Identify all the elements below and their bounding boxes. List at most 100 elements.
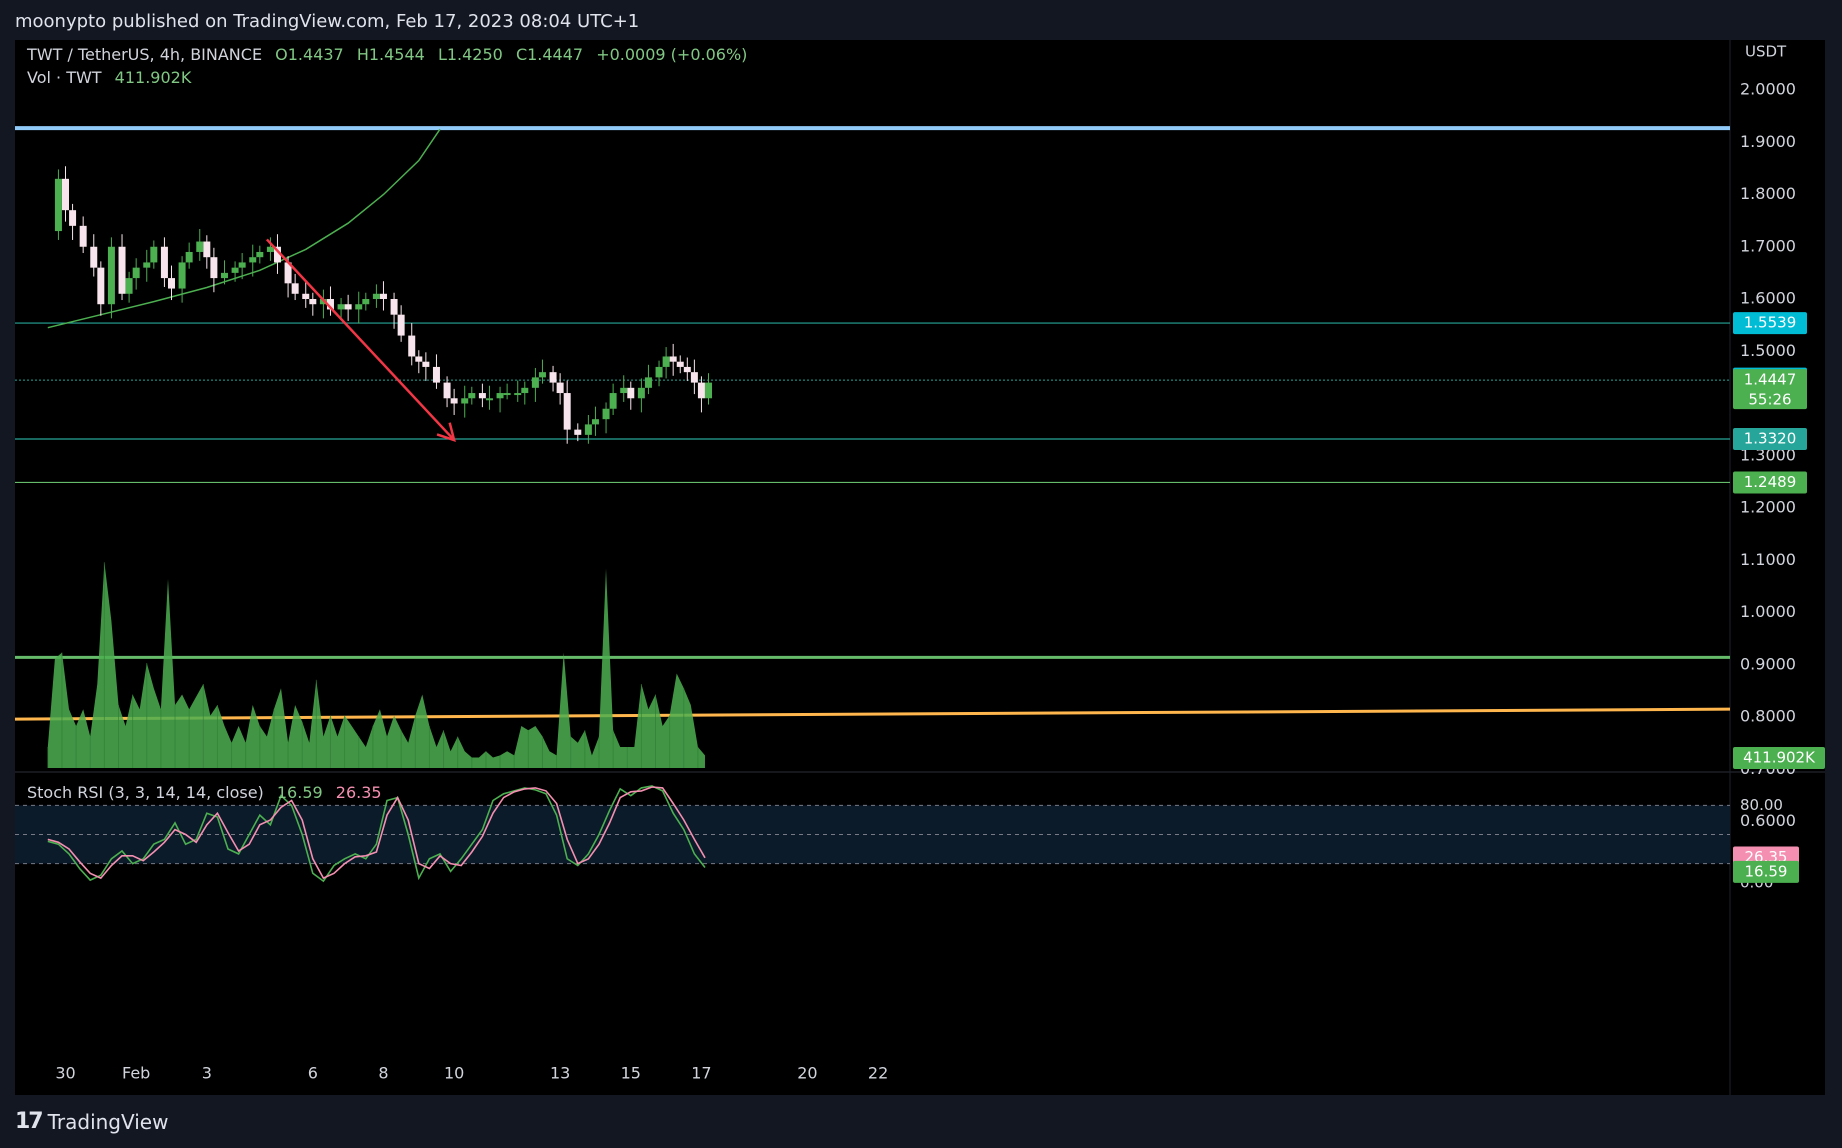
candle-body[interactable] bbox=[627, 387, 635, 399]
arrow-annotation[interactable] bbox=[265, 238, 456, 441]
candle-body[interactable] bbox=[344, 304, 352, 310]
candle-body[interactable] bbox=[637, 387, 645, 399]
candle-body[interactable] bbox=[485, 398, 493, 401]
candle-body[interactable] bbox=[231, 267, 239, 273]
y-tick-label: 1.6000 bbox=[1740, 289, 1796, 308]
candle-body[interactable] bbox=[143, 262, 151, 268]
candle-body[interactable] bbox=[422, 361, 430, 367]
candle-body[interactable] bbox=[309, 299, 317, 305]
candle-body[interactable] bbox=[574, 429, 582, 435]
price-axis-label: 1.5539 bbox=[1744, 314, 1797, 332]
legend-close: C1.4447 bbox=[515, 45, 584, 64]
candle-body[interactable] bbox=[609, 393, 617, 409]
candle-body[interactable] bbox=[676, 361, 684, 367]
candle-body[interactable] bbox=[390, 299, 398, 315]
candle-body[interactable] bbox=[461, 398, 469, 404]
candle-body[interactable] bbox=[355, 304, 363, 310]
candle-body[interactable] bbox=[669, 356, 677, 362]
candle-body[interactable] bbox=[503, 393, 511, 396]
candle-body[interactable] bbox=[514, 393, 522, 396]
candle-body[interactable] bbox=[538, 372, 546, 378]
y-tick-label: 1.7000 bbox=[1740, 236, 1796, 255]
candle-body[interactable] bbox=[203, 241, 211, 258]
candle-body[interactable] bbox=[150, 246, 158, 263]
candle-body[interactable] bbox=[683, 366, 691, 373]
candle-body[interactable] bbox=[602, 408, 610, 420]
y-tick-label: 0.8000 bbox=[1740, 707, 1796, 726]
chart-panel[interactable]: USDT 2.0000 1.9000 1.8000 1.7000 1.6000 1.5000… bbox=[15, 40, 1825, 1095]
candle-body[interactable] bbox=[302, 293, 310, 299]
candle-body[interactable] bbox=[415, 356, 423, 362]
volume-legend: Vol · TWT 411.902K bbox=[27, 68, 199, 87]
y-tick-label: 0.9000 bbox=[1740, 654, 1796, 673]
candle-body[interactable] bbox=[337, 304, 345, 310]
candle-body[interactable] bbox=[468, 393, 476, 399]
candle-body[interactable] bbox=[90, 246, 98, 268]
candle-body[interactable] bbox=[450, 398, 458, 404]
candle-body[interactable] bbox=[291, 283, 299, 294]
candle-body[interactable] bbox=[443, 382, 451, 399]
stoch-y-tick-label: 80.00 bbox=[1740, 796, 1783, 814]
candle-body[interactable] bbox=[132, 267, 140, 279]
candle-body[interactable] bbox=[478, 393, 486, 399]
tradingview-logo-icon[interactable]: 𝟭𝟳 bbox=[15, 1109, 44, 1134]
volume-label[interactable]: Vol · TWT bbox=[27, 68, 102, 87]
candle-body[interactable] bbox=[705, 382, 713, 399]
candle-body[interactable] bbox=[432, 366, 440, 383]
candle-body[interactable] bbox=[521, 387, 529, 394]
candle-body[interactable] bbox=[167, 278, 175, 289]
symbol-info[interactable]: TWT / TetherUS, 4h, BINANCE bbox=[27, 45, 262, 64]
legend-open: O1.4437 bbox=[275, 45, 344, 64]
candle-body[interactable] bbox=[249, 257, 257, 263]
candle-body[interactable] bbox=[584, 424, 592, 435]
candle-body[interactable] bbox=[69, 210, 77, 226]
candle-body[interactable] bbox=[220, 272, 228, 279]
candle-body[interactable] bbox=[160, 246, 168, 279]
candle-body[interactable] bbox=[185, 251, 193, 263]
candle-body[interactable] bbox=[79, 225, 87, 247]
candle-body[interactable] bbox=[372, 293, 380, 299]
candle-body[interactable] bbox=[549, 372, 557, 383]
candle-body[interactable] bbox=[556, 382, 564, 394]
volume-value: 411.902K bbox=[114, 68, 192, 87]
candle-body[interactable] bbox=[118, 246, 126, 294]
x-tick-label: 22 bbox=[868, 1064, 888, 1083]
candle-body[interactable] bbox=[655, 366, 663, 378]
volume-axis-label: 411.902K bbox=[1743, 749, 1816, 767]
candle-body[interactable] bbox=[379, 293, 387, 299]
candle-body[interactable] bbox=[496, 393, 504, 399]
x-tick-label: 8 bbox=[378, 1064, 388, 1083]
candle-body[interactable] bbox=[210, 257, 218, 279]
candle-body[interactable] bbox=[690, 372, 698, 383]
candle-body[interactable] bbox=[54, 178, 62, 232]
candle-body[interactable] bbox=[125, 278, 133, 294]
brand-name[interactable]: TradingView bbox=[48, 1110, 169, 1134]
candle-body[interactable] bbox=[697, 382, 705, 399]
candle-body[interactable] bbox=[662, 356, 670, 367]
candle-body[interactable] bbox=[256, 251, 264, 258]
x-tick-label: 15 bbox=[621, 1064, 641, 1083]
candle-body[interactable] bbox=[362, 299, 370, 305]
candle-body[interactable] bbox=[397, 314, 405, 336]
candle-body[interactable] bbox=[563, 393, 571, 430]
candle-body[interactable] bbox=[408, 335, 416, 357]
candle-body[interactable] bbox=[178, 262, 186, 289]
candle-body[interactable] bbox=[591, 419, 599, 425]
price-axis-label: 1.3320 bbox=[1744, 430, 1797, 448]
candle-body[interactable] bbox=[196, 241, 204, 252]
chart-canvas[interactable]: USDT 2.0000 1.9000 1.8000 1.7000 1.6000 1.5000… bbox=[15, 40, 1825, 1095]
candle-body[interactable] bbox=[238, 262, 246, 268]
footer-bar: 𝟭𝟳 TradingView bbox=[0, 1095, 1842, 1148]
candles-group bbox=[54, 166, 713, 444]
candle-body[interactable] bbox=[531, 377, 539, 388]
candle-body[interactable] bbox=[620, 387, 628, 394]
stoch-label[interactable]: Stoch RSI (3, 3, 14, 14, close) bbox=[27, 783, 264, 802]
candle-body[interactable] bbox=[62, 178, 69, 211]
candle-body[interactable] bbox=[107, 246, 115, 305]
legend-high: H1.4544 bbox=[356, 45, 425, 64]
publish-info: moonypto published on TradingView.com, F… bbox=[15, 11, 640, 32]
candle-body[interactable] bbox=[644, 377, 652, 388]
candle-body[interactable] bbox=[97, 267, 105, 305]
y-tick-label: 1.1000 bbox=[1740, 550, 1796, 569]
stoch-d-value: 26.35 bbox=[335, 783, 382, 802]
